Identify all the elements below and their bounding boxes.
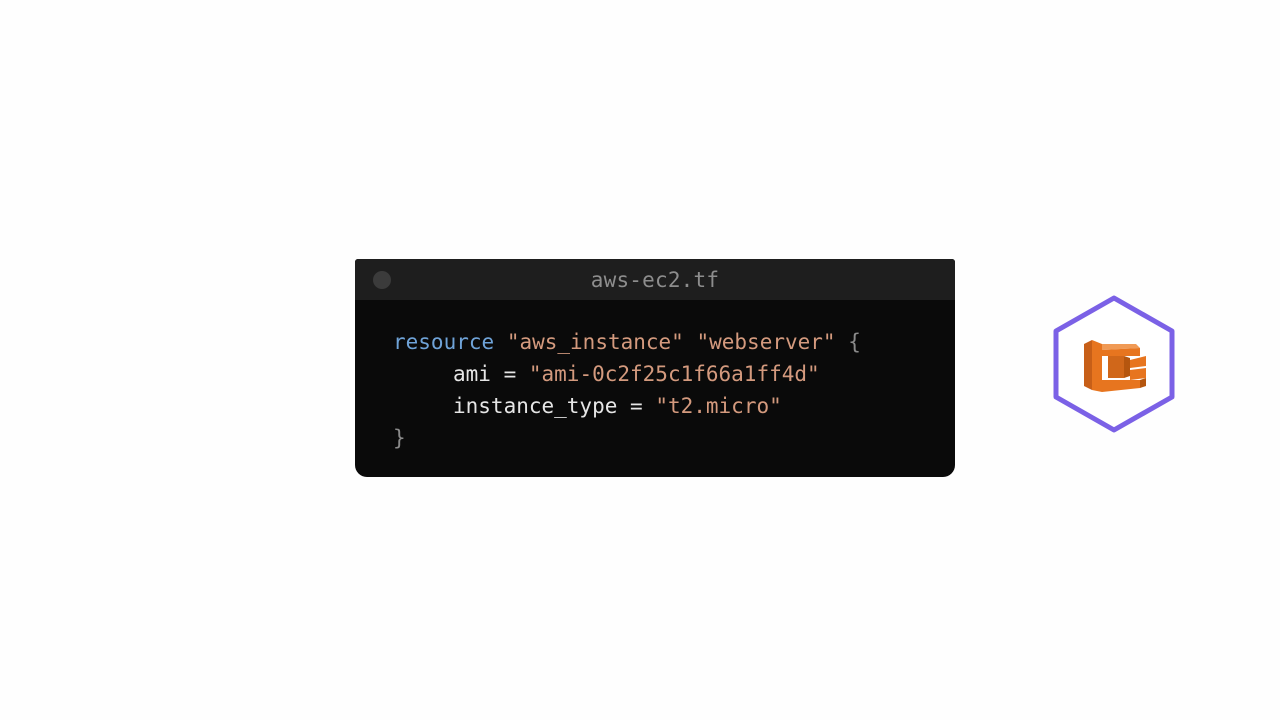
- file-name: aws-ec2.tf: [590, 268, 720, 292]
- aws-ecs-icon: [1050, 294, 1178, 434]
- code-line-1: resource "aws_instance" "webserver" {: [393, 326, 861, 358]
- ami-value: "ami-0c2f25c1f66a1ff4d": [528, 362, 820, 386]
- close-brace: }: [393, 426, 406, 450]
- code-line-2: ami = "ami-0c2f25c1f66a1ff4d": [393, 358, 861, 390]
- code-editor-window: aws-ec2.tf resource "aws_instance" "webs…: [355, 259, 955, 477]
- code-block: resource "aws_instance" "webserver" {ami…: [393, 326, 861, 454]
- instance-type-value: "t2.micro": [655, 394, 782, 418]
- resource-name-string: "webserver": [696, 330, 836, 354]
- ecs-glyph: [1084, 340, 1146, 392]
- code-line-4: }: [393, 422, 861, 454]
- resource-type-string: "aws_instance": [506, 330, 684, 354]
- instance-type-equals: =: [617, 394, 656, 418]
- ami-key: ami: [453, 362, 491, 386]
- ami-equals: =: [490, 362, 529, 386]
- instance-type-key: instance_type: [453, 394, 618, 418]
- slide-canvas: aws-ec2.tf resource "aws_instance" "webs…: [0, 0, 1280, 720]
- open-brace: {: [848, 330, 861, 354]
- editor-titlebar: aws-ec2.tf: [355, 259, 955, 300]
- keyword-resource: resource: [393, 330, 495, 354]
- code-line-3: instance_type = "t2.micro": [393, 390, 861, 422]
